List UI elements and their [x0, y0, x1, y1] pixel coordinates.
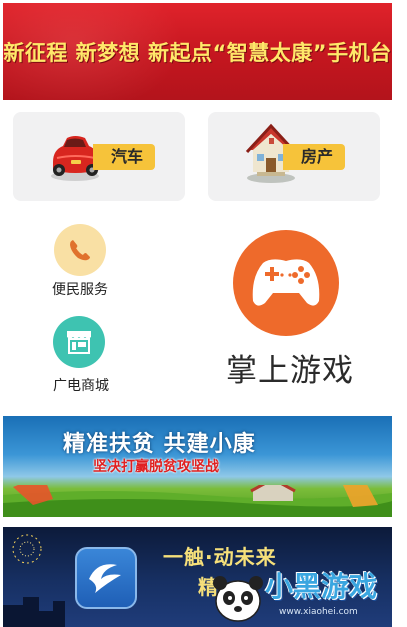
- app-logo: [75, 547, 137, 609]
- site-watermark: 小黑游戏 www.xiaohei.com: [209, 561, 389, 625]
- broadcast-mall-label: 广电商城: [53, 378, 109, 394]
- tile-car[interactable]: 汽车: [13, 112, 185, 201]
- convenience-service-button[interactable]: [54, 224, 106, 276]
- mobile-games-button[interactable]: [233, 230, 339, 336]
- tile-car-label: 汽车: [93, 144, 156, 170]
- shop-icon: [67, 331, 91, 354]
- mobile-games-label: 掌上游戏: [226, 353, 354, 389]
- watermark-url: www.xiaohei.com: [279, 607, 358, 617]
- top-banner[interactable]: 新征程 新梦想 新起点“智慧太康”手机台: [3, 3, 392, 100]
- poverty-banner-subline: 坚决打赢脱贫攻坚战: [93, 459, 219, 475]
- tile-house[interactable]: 房产: [208, 112, 380, 201]
- gamepad-icon: [252, 259, 320, 306]
- farmland-illustration: [3, 485, 392, 517]
- convenience-service-label: 便民服务: [52, 282, 108, 298]
- poverty-banner-headline: 精准扶贫 共建小康: [63, 432, 256, 457]
- poverty-alleviation-banner[interactable]: 精准扶贫 共建小康 坚决打赢脱贫攻坚战: [3, 416, 392, 517]
- watermark-text: 小黑游戏: [265, 570, 378, 603]
- phone-icon: [70, 240, 90, 261]
- panda-mascot-icon: [213, 576, 263, 622]
- tile-house-label: 房产: [283, 144, 346, 170]
- broadcast-mall-button[interactable]: [53, 316, 105, 368]
- app-promo-banner[interactable]: 一触·动未来 精 小黑游戏 www.xiaohei.com: [3, 527, 392, 627]
- banner-title: 新征程 新梦想 新起点“智慧太康”手机台: [3, 40, 392, 65]
